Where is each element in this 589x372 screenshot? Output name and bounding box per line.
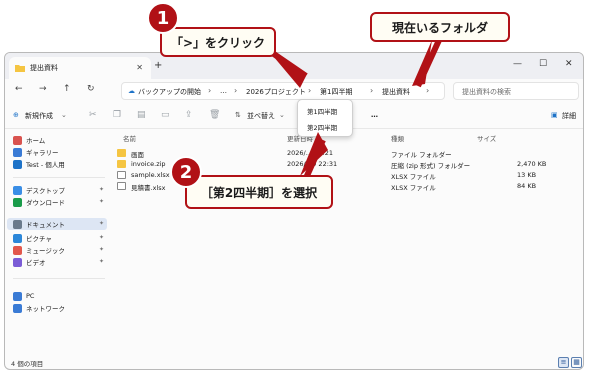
callout-current-folder: 現在いるフォルダ: [370, 12, 510, 42]
callout-step2: ［第2四半期］を選択: [185, 175, 333, 209]
callout-step1: 「>」をクリック: [160, 27, 276, 57]
callout-step1-text: 「>」をクリック: [170, 35, 266, 50]
badge-step2-number: 2: [179, 161, 193, 183]
badge-step2: 2: [170, 156, 202, 188]
callout-step2-text: ［第2四半期］を選択: [200, 185, 318, 200]
arrow-current-folder-shaft: [415, 36, 443, 88]
badge-step1-number: 1: [156, 7, 170, 29]
badge-step1: 1: [147, 2, 179, 34]
callout-current-folder-text: 現在いるフォルダ: [391, 20, 488, 35]
